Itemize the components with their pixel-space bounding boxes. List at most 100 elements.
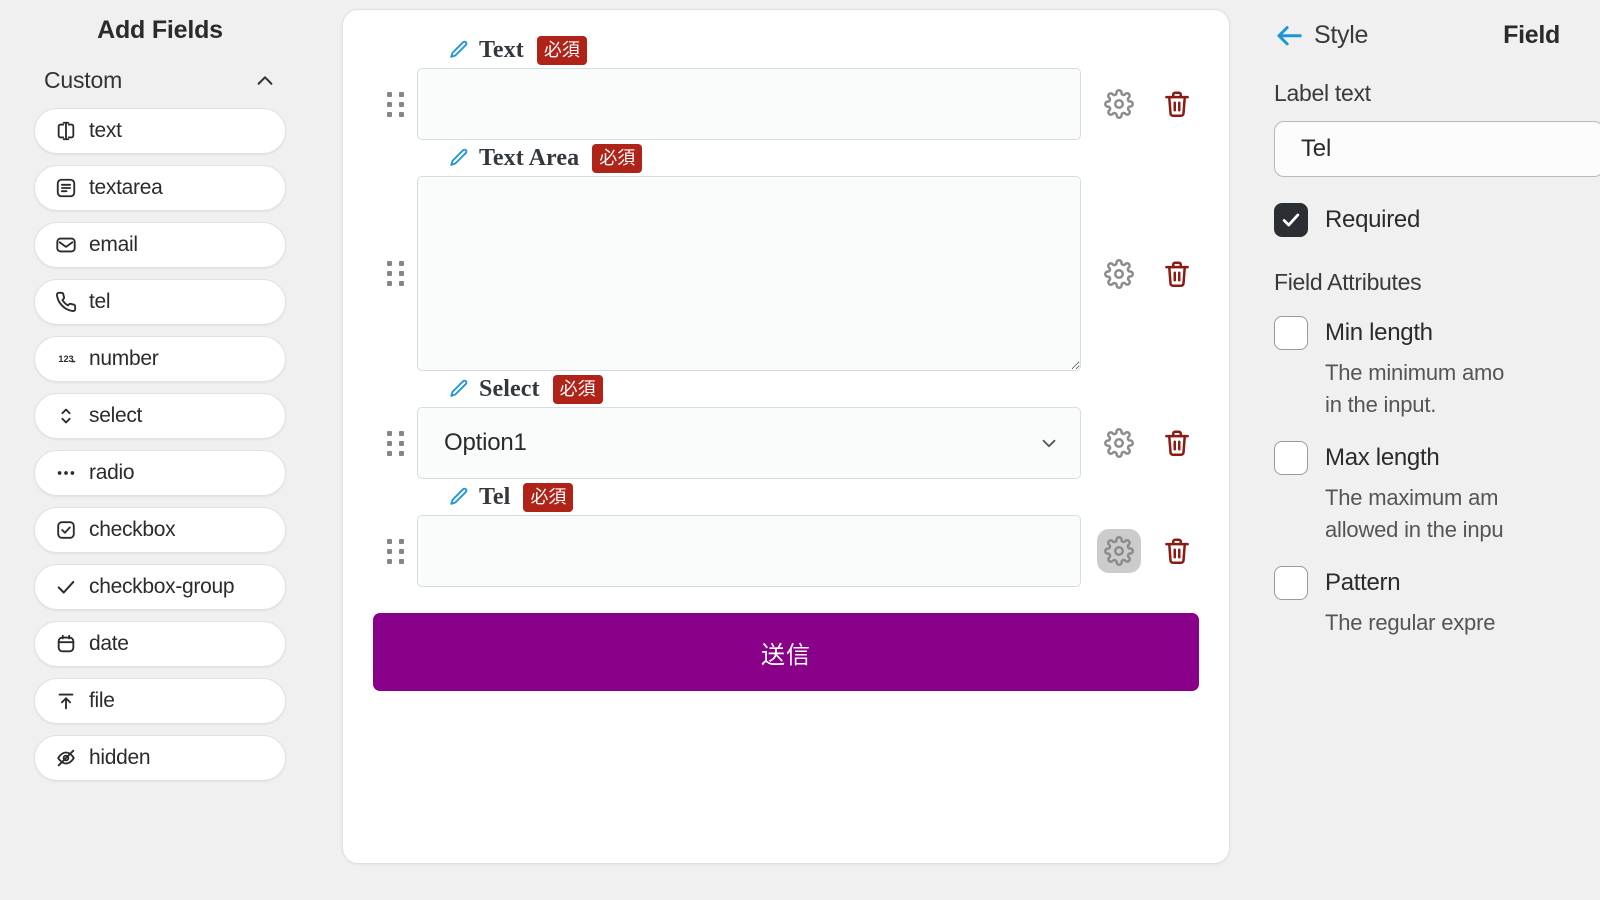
field-settings-button[interactable] bbox=[1097, 82, 1141, 126]
drag-handle-icon[interactable] bbox=[373, 91, 417, 117]
pencil-icon[interactable] bbox=[448, 486, 470, 508]
tel-input[interactable] bbox=[417, 515, 1081, 587]
select-input[interactable]: Option1 bbox=[417, 407, 1081, 479]
sidebar-item-checkbox-group[interactable]: checkbox-group bbox=[34, 564, 286, 610]
row-actions bbox=[1081, 529, 1199, 573]
sidebar-item-date[interactable]: date bbox=[34, 621, 286, 667]
field-label: Tel bbox=[479, 483, 511, 510]
pencil-icon[interactable] bbox=[448, 39, 470, 61]
row-actions bbox=[1081, 82, 1199, 126]
sidebar-item-tel[interactable]: tel bbox=[34, 279, 286, 325]
phone-icon bbox=[55, 291, 77, 313]
field-settings-button[interactable] bbox=[1097, 529, 1141, 573]
form-field-textarea: Text Area 必須 bbox=[373, 140, 1199, 371]
label-text-input[interactable] bbox=[1274, 121, 1600, 177]
sidebar-item-label: checkbox bbox=[89, 518, 176, 541]
drag-handle-icon[interactable] bbox=[373, 538, 417, 564]
pencil-icon[interactable] bbox=[448, 378, 470, 400]
sidebar-item-label: email bbox=[89, 233, 138, 256]
attribute-description-line: The minimum amo bbox=[1325, 360, 1505, 385]
field-delete-button[interactable] bbox=[1155, 421, 1199, 465]
form-field-tel: Tel 必須 bbox=[373, 479, 1199, 587]
field-legend: Tel 必須 bbox=[373, 479, 1199, 515]
control-wrapper bbox=[417, 176, 1081, 371]
required-label: Required bbox=[1325, 206, 1420, 233]
min-length-checkbox[interactable] bbox=[1274, 316, 1308, 350]
form-field-select: Select 必須 Option1 bbox=[373, 371, 1199, 479]
form-preview-card: Text 必須 Text Area 必須 Select 必須 Option1 T… bbox=[342, 9, 1230, 864]
form-field-text: Text 必須 bbox=[373, 32, 1199, 140]
select-selected-value: Option1 bbox=[444, 429, 527, 456]
sidebar-item-label: text bbox=[89, 119, 122, 142]
field-inspector-panel: Style Field Label text Required Field At… bbox=[1260, 0, 1600, 900]
envelope-icon bbox=[55, 234, 77, 256]
field-legend: Text Area 必須 bbox=[373, 140, 1199, 176]
sidebar-item-file[interactable]: file bbox=[34, 678, 286, 724]
trash-icon bbox=[1162, 428, 1192, 458]
field-row bbox=[373, 515, 1199, 587]
textarea-input[interactable] bbox=[417, 176, 1081, 371]
drag-handle-icon[interactable] bbox=[373, 261, 417, 286]
max-length-checkbox[interactable] bbox=[1274, 440, 1308, 475]
field-delete-button[interactable] bbox=[1155, 252, 1199, 296]
control-wrapper bbox=[417, 515, 1081, 587]
sidebar-item-label: textarea bbox=[89, 176, 163, 199]
sidebar-item-checkbox[interactable]: checkbox bbox=[34, 507, 286, 553]
submit-button[interactable]: 送信 bbox=[373, 613, 1199, 691]
required-checkbox[interactable] bbox=[1274, 203, 1308, 237]
pencil-icon[interactable] bbox=[448, 147, 470, 169]
attribute-row: Min length bbox=[1274, 316, 1600, 350]
tab-style-back[interactable]: Style bbox=[1274, 21, 1368, 50]
attribute-description-line: allowed in the inpu bbox=[1325, 516, 1504, 542]
attribute-description: The maximum am allowed in the inpu bbox=[1274, 482, 1600, 546]
sidebar-item-label: date bbox=[89, 632, 129, 655]
sidebar-item-label: number bbox=[89, 347, 159, 370]
sidebar-item-number[interactable]: 123 number bbox=[34, 336, 286, 382]
required-badge: 必須 bbox=[552, 374, 603, 404]
form-builder-app: Add Fields Custom text textarea email te… bbox=[0, 0, 1600, 900]
chevron-down-icon bbox=[1038, 432, 1060, 454]
attribute-label: Max length bbox=[1325, 443, 1440, 471]
sidebar-title: Add Fields bbox=[97, 16, 223, 44]
field-legend: Text 必須 bbox=[373, 32, 1199, 68]
calendar-icon bbox=[55, 633, 77, 655]
attribute-description-line: in the input. bbox=[1325, 391, 1437, 417]
sidebar-item-select[interactable]: select bbox=[34, 393, 286, 439]
sidebar-item-hidden[interactable]: hidden bbox=[34, 735, 286, 781]
attribute-label: Min length bbox=[1325, 319, 1433, 346]
drag-handle-icon[interactable] bbox=[373, 430, 417, 456]
label-text-heading: Label text bbox=[1274, 80, 1371, 106]
required-badge: 必須 bbox=[523, 482, 574, 512]
sidebar-item-email[interactable]: email bbox=[34, 222, 286, 268]
tab-fields[interactable]: Field bbox=[1503, 21, 1560, 50]
field-settings-button[interactable] bbox=[1097, 421, 1141, 465]
chevron-updown-icon bbox=[55, 405, 77, 427]
add-fields-sidebar: Add Fields Custom text textarea email te… bbox=[0, 0, 320, 900]
attribute-min-length: Min length The minimum amo in the input. bbox=[1274, 316, 1600, 421]
gear-icon bbox=[1104, 536, 1134, 566]
sidebar-item-radio[interactable]: radio bbox=[34, 450, 286, 496]
sidebar-item-text[interactable]: text bbox=[34, 108, 286, 154]
chevron-up-icon bbox=[254, 70, 276, 92]
field-delete-button[interactable] bbox=[1155, 82, 1199, 126]
gear-icon bbox=[1104, 258, 1134, 289]
attribute-description: The minimum amo in the input. bbox=[1274, 357, 1600, 421]
submit-row: 送信 bbox=[373, 587, 1199, 691]
field-label: Text Area bbox=[479, 144, 580, 171]
field-delete-button[interactable] bbox=[1155, 529, 1199, 573]
sidebar-group-custom[interactable]: Custom bbox=[34, 45, 286, 108]
trash-icon bbox=[1162, 259, 1192, 289]
sidebar-item-textarea[interactable]: textarea bbox=[34, 165, 286, 211]
number-123-icon: 123 bbox=[55, 348, 77, 370]
field-settings-button[interactable] bbox=[1097, 252, 1141, 296]
pattern-checkbox[interactable] bbox=[1274, 565, 1308, 600]
sidebar-item-label: hidden bbox=[89, 746, 151, 769]
sidebar-item-label: tel bbox=[89, 290, 111, 313]
text-input[interactable] bbox=[417, 68, 1081, 140]
trash-icon bbox=[1162, 536, 1192, 566]
three-dots-icon bbox=[55, 462, 77, 484]
checkbox-icon bbox=[55, 519, 77, 541]
field-type-list: text textarea email tel 123 number selec… bbox=[34, 108, 286, 781]
gear-icon bbox=[1104, 428, 1134, 458]
attribute-row: Pattern bbox=[1274, 565, 1600, 600]
